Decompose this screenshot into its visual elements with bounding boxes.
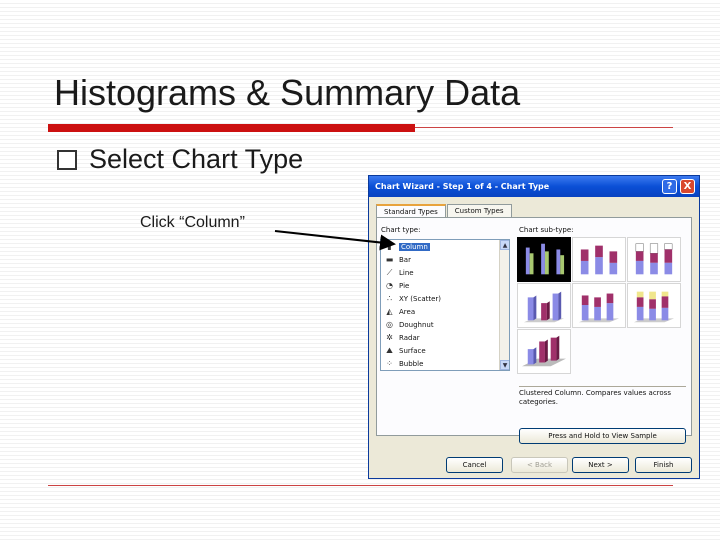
chart-type-label: Line bbox=[399, 268, 414, 277]
dialog-title: Chart Wizard - Step 1 of 4 - Chart Type bbox=[375, 182, 550, 191]
slide-title: Histograms & Summary Data bbox=[54, 72, 521, 113]
chart-type-item[interactable]: ∴ XY (Scatter) bbox=[381, 292, 509, 305]
next-button[interactable]: Next > bbox=[572, 457, 629, 473]
square-bullet-icon bbox=[57, 149, 77, 170]
chart-type-item[interactable]: ▮ Column bbox=[381, 240, 509, 253]
title-underline-accent bbox=[48, 124, 415, 132]
chart-type-item[interactable]: ◎ Doughnut bbox=[381, 318, 509, 331]
chart-type-list[interactable]: ▮ Column ▬ Bar ⟋ Line ◔ Pie ∴ XY (Scatter) ◭ Area ◎ D… bbox=[380, 239, 510, 371]
chart-subtype-grid bbox=[517, 237, 683, 377]
tab-strip: Standard Types Custom Types bbox=[376, 204, 513, 218]
doughnut-chart-icon: ◎ bbox=[386, 320, 393, 329]
back-button[interactable]: < Back bbox=[511, 457, 568, 473]
pie-chart-icon: ◔ bbox=[386, 281, 393, 290]
chart-type-label: Doughnut bbox=[399, 320, 434, 329]
area-chart-icon: ◭ bbox=[386, 307, 393, 316]
chart-type-item[interactable]: ⟋ Line bbox=[381, 266, 509, 279]
tab-custom-types[interactable]: Custom Types bbox=[446, 204, 512, 218]
sub-bullet-text: Click “Column” bbox=[140, 214, 245, 231]
scroll-down-icon[interactable]: ▼ bbox=[500, 360, 509, 370]
chart-description: Clustered Column. Compares values across… bbox=[519, 386, 686, 422]
subtype-3d-stacked-column[interactable] bbox=[572, 283, 626, 328]
column-chart-icon: ▮ bbox=[387, 242, 392, 251]
bullet-item: Select Chart Type bbox=[57, 144, 303, 175]
chart-type-item[interactable]: ◭ Area bbox=[381, 305, 509, 318]
subtype-3d-clustered-column[interactable] bbox=[517, 283, 571, 328]
title-underline-thin bbox=[415, 127, 673, 128]
subtype-clustered-column[interactable] bbox=[517, 237, 571, 282]
chart-type-label: XY (Scatter) bbox=[399, 294, 442, 303]
scatter-chart-icon: ∴ bbox=[386, 294, 393, 303]
radar-chart-icon: ✲ bbox=[386, 333, 393, 342]
footer-divider bbox=[48, 485, 673, 486]
help-button[interactable]: ? bbox=[662, 179, 677, 194]
chart-type-label: Surface bbox=[399, 346, 426, 355]
chart-type-label: Pie bbox=[399, 281, 410, 290]
chart-type-label: Chart type: bbox=[381, 226, 421, 234]
chart-subtype-label: Chart sub-type: bbox=[519, 226, 574, 234]
subtype-3d-column[interactable] bbox=[517, 329, 571, 374]
dialog-titlebar[interactable]: Chart Wizard - Step 1 of 4 - Chart Type … bbox=[369, 176, 699, 197]
chart-type-label: Column bbox=[399, 242, 430, 251]
subtype-100-stacked-column[interactable] bbox=[627, 237, 681, 282]
chart-type-item[interactable]: ▬ Bar bbox=[381, 253, 509, 266]
chart-type-label: Area bbox=[399, 307, 416, 316]
subtype-3d-100-stacked-column[interactable] bbox=[627, 283, 681, 328]
chart-type-label: Bubble bbox=[399, 359, 424, 368]
view-sample-button[interactable]: Press and Hold to View Sample bbox=[519, 428, 686, 444]
cancel-button[interactable]: Cancel bbox=[446, 457, 503, 473]
chart-type-label: Radar bbox=[399, 333, 420, 342]
chart-type-item[interactable]: ⁘ Bubble bbox=[381, 357, 509, 370]
subtype-stacked-column[interactable] bbox=[572, 237, 626, 282]
line-chart-icon: ⟋ bbox=[386, 268, 393, 277]
bar-chart-icon: ▬ bbox=[385, 255, 394, 264]
finish-button[interactable]: Finish bbox=[635, 457, 692, 473]
bullet-text: Select Chart Type bbox=[89, 144, 304, 174]
chart-type-label: Bar bbox=[399, 255, 411, 264]
bubble-chart-icon: ⁘ bbox=[386, 359, 393, 368]
surface-chart-icon: ⛰ bbox=[386, 346, 393, 355]
scroll-up-icon[interactable]: ▲ bbox=[500, 240, 509, 250]
chart-type-item[interactable]: ✲ Radar bbox=[381, 331, 509, 344]
tab-standard-types[interactable]: Standard Types bbox=[376, 204, 446, 218]
chart-type-item[interactable]: ⛰ Surface bbox=[381, 344, 509, 357]
close-button[interactable]: X bbox=[680, 179, 695, 194]
chart-type-item[interactable]: ◔ Pie bbox=[381, 279, 509, 292]
list-scrollbar[interactable]: ▲ ▼ bbox=[499, 240, 509, 370]
chart-wizard-dialog: Chart Wizard - Step 1 of 4 - Chart Type … bbox=[368, 175, 700, 479]
